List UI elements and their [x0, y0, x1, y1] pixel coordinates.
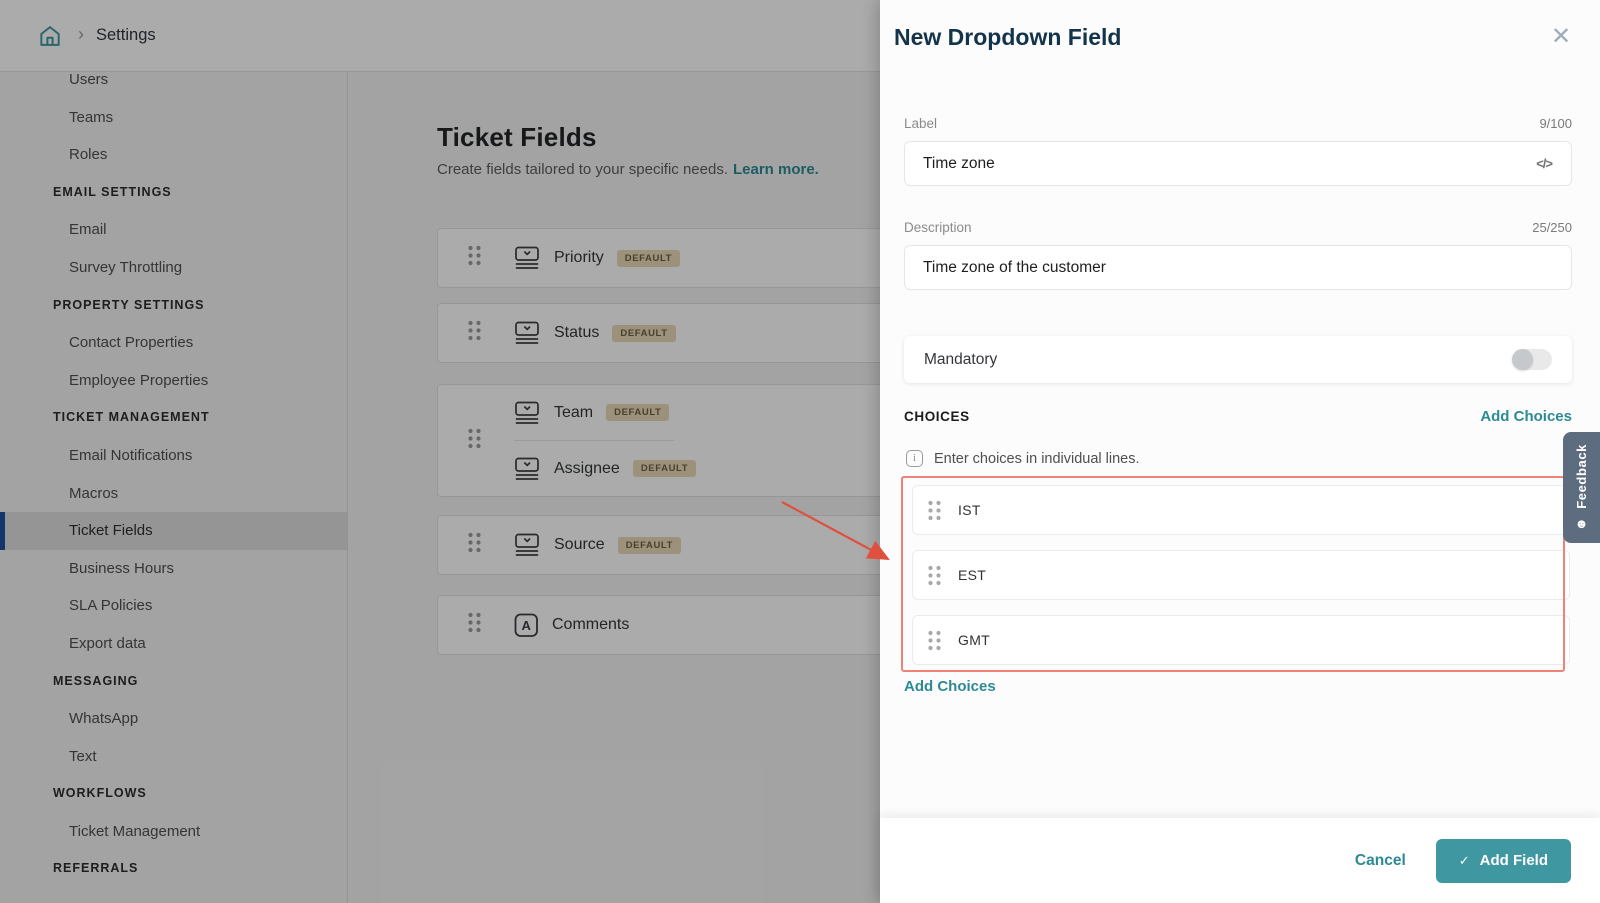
description-input[interactable]	[904, 245, 1572, 290]
label-char-counter: 9/100	[1539, 116, 1572, 131]
modal-dim-overlay	[0, 0, 880, 903]
feedback-label: Feedback	[1574, 444, 1589, 509]
new-dropdown-field-drawer: New Dropdown Field ✕ Label 9/100 </> Des…	[880, 0, 1600, 903]
choice-label: IST	[958, 502, 981, 518]
drag-handle-icon[interactable]	[926, 629, 943, 652]
smiley-icon: ☻	[1575, 516, 1589, 531]
choices-hint-text: Enter choices in individual lines.	[934, 451, 1140, 467]
mandatory-row: Mandatory	[904, 336, 1572, 383]
drag-handle-icon[interactable]	[926, 499, 943, 522]
add-field-button[interactable]: ✓Add Field	[1436, 839, 1571, 883]
choice-row-gmt[interactable]: GMT	[912, 615, 1570, 665]
feedback-tab[interactable]: Feedback ☻	[1563, 432, 1600, 543]
choice-label: GMT	[958, 632, 990, 648]
add-choices-link-top[interactable]: Add Choices	[1480, 408, 1572, 425]
choice-label: EST	[958, 567, 986, 583]
choice-row-est[interactable]: EST	[912, 550, 1570, 600]
choices-hint-row: i Enter choices in individual lines.	[906, 450, 1140, 467]
mandatory-label: Mandatory	[924, 351, 997, 369]
label-field-label: Label	[904, 116, 937, 131]
add-choices-link-bottom[interactable]: Add Choices	[904, 678, 996, 695]
code-icon[interactable]: </>	[1536, 156, 1552, 171]
drawer-footer: Cancel ✓Add Field	[880, 818, 1600, 903]
choice-row-ist[interactable]: IST	[912, 485, 1570, 535]
choices-header: CHOICES Add Choices	[904, 408, 1572, 425]
drag-handle-icon[interactable]	[926, 564, 943, 587]
check-icon: ✓	[1459, 853, 1470, 869]
close-icon[interactable]: ✕	[1546, 22, 1576, 52]
description-field-header: Description 25/250	[904, 220, 1572, 235]
drawer-title: New Dropdown Field	[894, 24, 1121, 51]
label-field-header: Label 9/100	[904, 116, 1572, 131]
description-char-counter: 25/250	[1532, 220, 1572, 235]
page: › Settings UsersTeamsRolesEMAIL SETTINGS…	[0, 0, 1600, 903]
description-field-label: Description	[904, 220, 972, 235]
choices-heading: CHOICES	[904, 409, 970, 424]
cancel-button[interactable]: Cancel	[1355, 852, 1406, 870]
info-icon: i	[906, 450, 923, 467]
add-choices-row: Add Choices	[904, 678, 996, 696]
mandatory-toggle[interactable]	[1512, 349, 1552, 370]
toggle-knob	[1512, 349, 1533, 370]
label-input[interactable]	[904, 141, 1572, 186]
